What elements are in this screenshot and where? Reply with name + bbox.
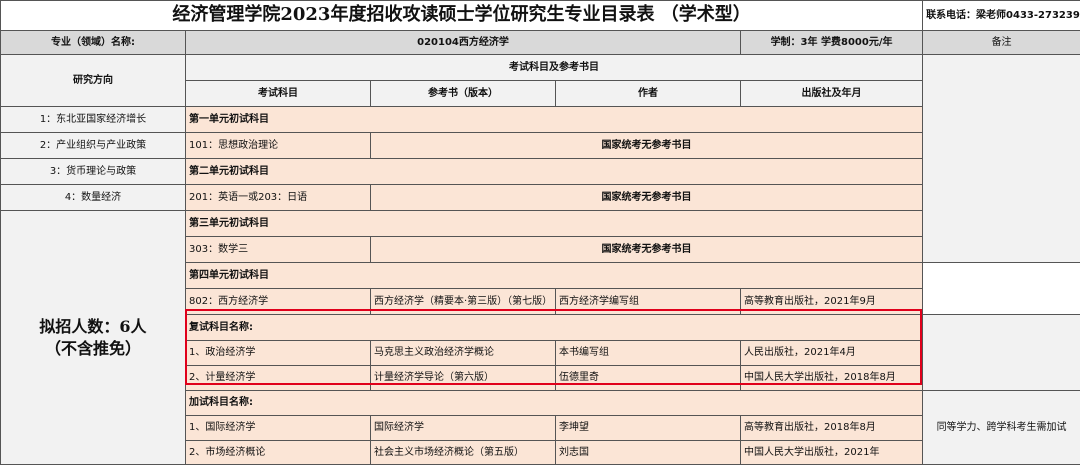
author-header: 作者 [555,80,741,107]
retest-row-1-book: 马克思主义政治经济学概论 [370,340,556,366]
enroll-note: 拟招人数：6人 （不含推免） [0,210,186,465]
retest-row-1-subject: 1、政治经济学 [185,340,371,366]
remark-cell-retest [922,314,1080,391]
retest-row-1-author: 本书编写组 [555,340,741,366]
unit-1-title: 第一单元初试科目 [184,106,924,133]
book-header: 参考书（版本） [370,80,556,107]
extra-row-2-publisher: 中国人民大学出版社，2021年 [739,440,924,465]
unit-1-note: 国家统考无参考书目 [369,132,924,159]
enroll-exclusion: （不含推免） [44,338,141,358]
direction-1: 1：东北亚国家经济增长 [0,106,186,133]
unit-2-title: 第二单元初试科目 [184,158,924,185]
unit-2-subject: 201：英语一或203：日语 [185,184,371,211]
unit-1-subject: 101：思想政治理论 [185,132,371,159]
page-title: 经济管理学院2023年度招收攻读硕士学位研究生专业目录表 （学术型） [0,0,924,31]
extra-row-2-book: 社会主义市场经济概论（第五版） [370,440,556,465]
retest-row-2-book: 计量经济学导论（第六版） [370,365,556,391]
direction-2: 2：产业组织与产业政策 [0,132,186,159]
direction-4: 4：数量经济 [0,184,186,211]
extra-row-1-book: 国际经济学 [370,415,556,441]
unit-3-title: 第三单元初试科目 [184,210,924,237]
retest-row-2-publisher: 中国人民大学出版社，2018年8月 [739,365,924,391]
retest-title: 复试科目名称: [184,314,924,341]
unit-3-subject: 303：数学三 [185,236,371,263]
major-value: 020104西方经济学 [185,30,741,55]
unit-4-publisher: 高等教育出版社，2021年9月 [739,288,924,315]
remark-label: 备注 [922,30,1080,55]
unit-4-author: 西方经济学编写组 [555,288,741,315]
unit-4-title: 第四单元初试科目 [184,262,924,289]
remark-cell-top [922,54,1080,263]
unit-4-book: 西方经济学（精要本·第三版）（第七版） [370,288,556,315]
retest-row-1-publisher: 人民出版社，2021年4月 [739,340,924,366]
extra-row-1-author: 李坤望 [555,415,741,441]
unit-2-note: 国家统考无参考书目 [369,184,924,211]
direction-3: 3：货币理论与政策 [0,158,186,185]
extra-title: 加试科目名称: [184,390,924,416]
publisher-header: 出版社及年月 [739,80,924,107]
enroll-count: 拟招人数：6人 [39,316,147,336]
unit-4-subject: 802：西方经济学 [185,288,371,315]
retest-row-2-author: 伍德里奇 [555,365,741,391]
extra-row-2-author: 刘志国 [555,440,741,465]
duration-fee: 学制：3年 学费8000元/年 [739,30,924,55]
extra-row-1-publisher: 高等教育出版社，2018年8月 [739,415,924,441]
major-label: 专业（领域）名称: [0,30,186,55]
contact-phone: 联系电话：梁老师0433-2732398 [922,0,1080,31]
research-direction-header: 研究方向 [0,54,186,107]
extra-row-2-subject: 2、市场经济概论 [185,440,371,465]
catalog-table: 经济管理学院2023年度招收攻读硕士学位研究生专业目录表 （学术型） 联系电话：… [0,0,1080,465]
extra-row-1-subject: 1、国际经济学 [185,415,371,441]
exam-group-header: 考试科目及参考书目 [184,54,924,81]
extra-remark: 同等学力、跨学科考生需加试 [922,390,1080,465]
catalog-page: 经济管理学院2023年度招收攻读硕士学位研究生专业目录表 （学术型） 联系电话：… [0,0,1080,465]
unit-3-note: 国家统考无参考书目 [369,236,924,263]
subject-header: 考试科目 [185,80,371,107]
retest-row-2-subject: 2、计量经济学 [185,365,371,391]
